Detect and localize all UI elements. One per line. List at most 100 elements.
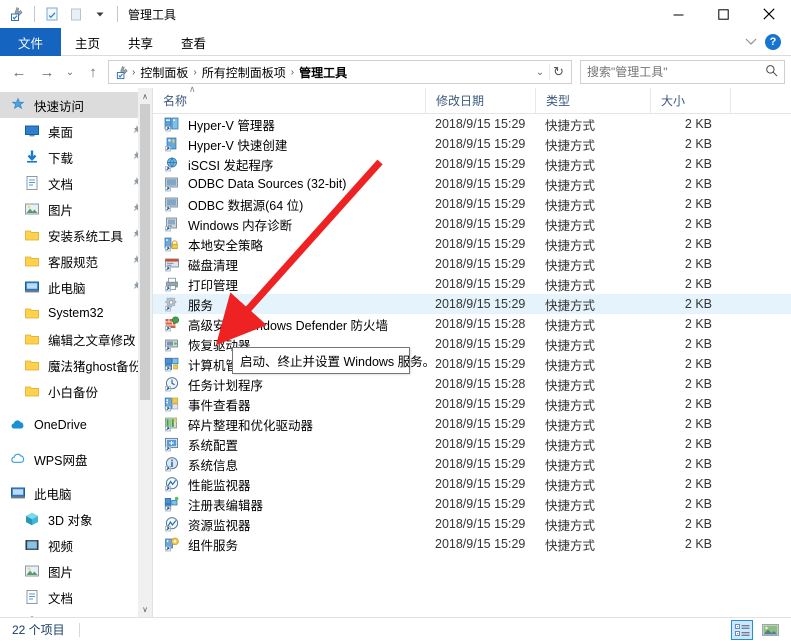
tab-home[interactable]: 主页 <box>61 28 114 56</box>
tab-file[interactable]: 文件 <box>0 28 62 56</box>
column-header-date[interactable]: 修改日期 <box>425 87 535 114</box>
table-row[interactable]: 注册表编辑器 2018/9/15 15:29 快捷方式 2 KB <box>153 494 791 514</box>
sidebar-item-1[interactable]: 桌面 <box>0 118 152 144</box>
sidebar-item-4[interactable]: 图片 <box>0 196 152 222</box>
search-input[interactable] <box>587 65 765 79</box>
details-view-icon[interactable] <box>731 620 753 640</box>
properties-icon[interactable] <box>41 3 63 25</box>
table-row[interactable]: Hyper-V 快速创建 2018/9/15 15:29 快捷方式 2 KB <box>153 134 791 154</box>
search-box[interactable] <box>580 60 785 84</box>
sidebar-item-2[interactable]: 下载 <box>0 144 152 170</box>
file-name-cell: Windows 内存诊断 <box>153 215 425 234</box>
sidebar-item-7[interactable]: 此电脑 <box>0 274 152 300</box>
sidebar-scroll-down-icon[interactable]: ∨ <box>138 601 152 617</box>
file-date-cell: 2018/9/15 15:29 <box>435 297 526 311</box>
breadcrumb-item-admin-tools[interactable]: 管理工具 <box>295 64 351 81</box>
sidebar-item-17[interactable]: 图片 <box>0 558 152 584</box>
file-type-cell: 快捷方式 <box>545 278 596 293</box>
onedrive-icon <box>8 416 28 434</box>
column-header-size[interactable]: 大小 <box>650 87 730 114</box>
file-date-cell: 2018/9/15 15:28 <box>435 317 526 331</box>
forward-button[interactable]: → <box>34 59 60 85</box>
file-type-cell: 快捷方式 <box>545 338 596 353</box>
sidebar-scrollbar[interactable]: ∧ ∨ <box>138 88 152 617</box>
file-date-cell: 2018/9/15 15:29 <box>435 177 526 191</box>
file-size-cell: 2 KB <box>684 457 712 471</box>
sidebar-scroll-thumb[interactable] <box>140 104 150 400</box>
sidebar-item-18[interactable]: 文档 <box>0 584 152 610</box>
table-row[interactable]: ODBC Data Sources (32-bit) 2018/9/15 15:2… <box>153 174 791 194</box>
tab-share[interactable]: 共享 <box>114 28 167 56</box>
sidebar-item-label: 图片 <box>48 203 74 218</box>
odbc-icon <box>163 196 181 212</box>
sidebar-item-0[interactable]: 快速访问 <box>0 92 152 118</box>
recent-locations-chevron-down-icon[interactable]: ⌄ <box>62 59 78 85</box>
sidebar-item-3[interactable]: 文档 <box>0 170 152 196</box>
new-folder-icon[interactable] <box>65 3 87 25</box>
sidebar-item-label: 魔法猪ghost备份 <box>48 359 142 374</box>
column-header-extra[interactable] <box>730 87 791 114</box>
table-row[interactable]: Windows 内存诊断 2018/9/15 15:29 快捷方式 2 KB <box>153 214 791 234</box>
quick-access-toolbar <box>6 3 122 25</box>
table-row[interactable]: 打印管理 2018/9/15 15:29 快捷方式 2 KB <box>153 274 791 294</box>
help-button[interactable]: ? <box>765 34 781 50</box>
file-size-cell: 2 KB <box>684 177 712 191</box>
table-row[interactable]: 系统配置 2018/9/15 15:29 快捷方式 2 KB <box>153 434 791 454</box>
table-row[interactable]: 性能监视器 2018/9/15 15:29 快捷方式 2 KB <box>153 474 791 494</box>
table-row[interactable]: 高级安全 Windows Defender 防火墙 2018/9/15 15:28… <box>153 314 791 334</box>
file-name-cell: 打印管理 <box>153 275 425 294</box>
admin-tools-icon[interactable] <box>6 3 28 25</box>
sidebar-item-16[interactable]: 视频 <box>0 532 152 558</box>
sidebar-item-19[interactable]: 下载 <box>0 610 152 617</box>
tab-view[interactable]: 查看 <box>167 28 220 56</box>
table-row[interactable]: 本地安全策略 2018/9/15 15:29 快捷方式 2 KB <box>153 234 791 254</box>
collapse-ribbon-chevron-down-icon[interactable] <box>745 35 757 49</box>
refresh-icon[interactable]: ↻ <box>549 64 567 80</box>
table-row[interactable]: 事件查看器 2018/9/15 15:29 快捷方式 2 KB <box>153 394 791 414</box>
table-row[interactable]: 资源监视器 2018/9/15 15:29 快捷方式 2 KB <box>153 514 791 534</box>
table-row[interactable]: 任务计划程序 2018/9/15 15:28 快捷方式 2 KB <box>153 374 791 394</box>
sidebar-item-11[interactable]: 小白备份 <box>0 378 152 404</box>
up-button[interactable]: ↑ <box>80 59 106 85</box>
table-row[interactable]: 服务 2018/9/15 15:29 快捷方式 2 KB <box>153 294 791 314</box>
address-dropdown-chevron-down-icon[interactable]: ⌄ <box>531 67 549 78</box>
sidebar-item-5[interactable]: 安装系统工具 <box>0 222 152 248</box>
maximize-button[interactable] <box>701 0 746 28</box>
file-type-cell: 快捷方式 <box>545 218 596 233</box>
file-type-cell: 快捷方式 <box>545 358 596 373</box>
sidebar-item-15[interactable]: 3D 对象 <box>0 506 152 532</box>
table-row[interactable]: 磁盘清理 2018/9/15 15:29 快捷方式 2 KB <box>153 254 791 274</box>
breadcrumb-item-all-items[interactable]: 所有控制面板项 <box>198 64 290 81</box>
table-row[interactable]: ODBC 数据源(64 位) 2018/9/15 15:29 快捷方式 2 KB <box>153 194 791 214</box>
large-icons-view-icon[interactable] <box>759 620 781 640</box>
customize-dropdown-icon[interactable] <box>89 3 111 25</box>
sidebar-scroll-up-icon[interactable]: ∧ <box>138 88 152 104</box>
table-row[interactable]: 碎片整理和优化驱动器 2018/9/15 15:29 快捷方式 2 KB <box>153 414 791 434</box>
breadcrumb-item-control-panel[interactable]: 控制面板 <box>136 64 192 81</box>
column-header-name[interactable]: ∧ 名称 <box>153 84 425 114</box>
search-icon[interactable] <box>765 64 778 80</box>
status-bar: 22 个项目 <box>0 617 791 641</box>
sidebar-item-14[interactable]: 此电脑 <box>0 480 152 506</box>
column-header-name-label: 名称 <box>163 94 188 108</box>
sidebar-item-12[interactable]: OneDrive <box>0 412 152 438</box>
sidebar-item-6[interactable]: 客服规范 <box>0 248 152 274</box>
breadcrumb[interactable]: › 控制面板 › 所有控制面板项 › 管理工具 ⌄ ↻ <box>108 60 572 84</box>
back-button[interactable]: ← <box>6 59 32 85</box>
sidebar-item-13[interactable]: WPS网盘 <box>0 446 152 472</box>
sidebar-item-8[interactable]: System32 <box>0 300 152 326</box>
sidebar-item-9[interactable]: 编辑之文章修改 <box>0 326 152 352</box>
table-row[interactable]: Hyper-V 管理器 2018/9/15 15:29 快捷方式 2 KB <box>153 114 791 134</box>
qat-divider-2 <box>117 6 118 22</box>
table-row[interactable]: 组件服务 2018/9/15 15:29 快捷方式 2 KB <box>153 534 791 554</box>
column-header-type[interactable]: 类型 <box>535 87 650 114</box>
file-name-cell: 性能监视器 <box>153 475 425 494</box>
sidebar-item-label: 图片 <box>48 565 74 580</box>
folder-icon <box>22 382 42 400</box>
table-row[interactable]: 系统信息 2018/9/15 15:29 快捷方式 2 KB <box>153 454 791 474</box>
close-button[interactable] <box>746 0 791 28</box>
minimize-button[interactable] <box>656 0 701 28</box>
table-row[interactable]: iSCSI 发起程序 2018/9/15 15:29 快捷方式 2 KB <box>153 154 791 174</box>
sidebar-item-10[interactable]: 魔法猪ghost备份 <box>0 352 152 378</box>
